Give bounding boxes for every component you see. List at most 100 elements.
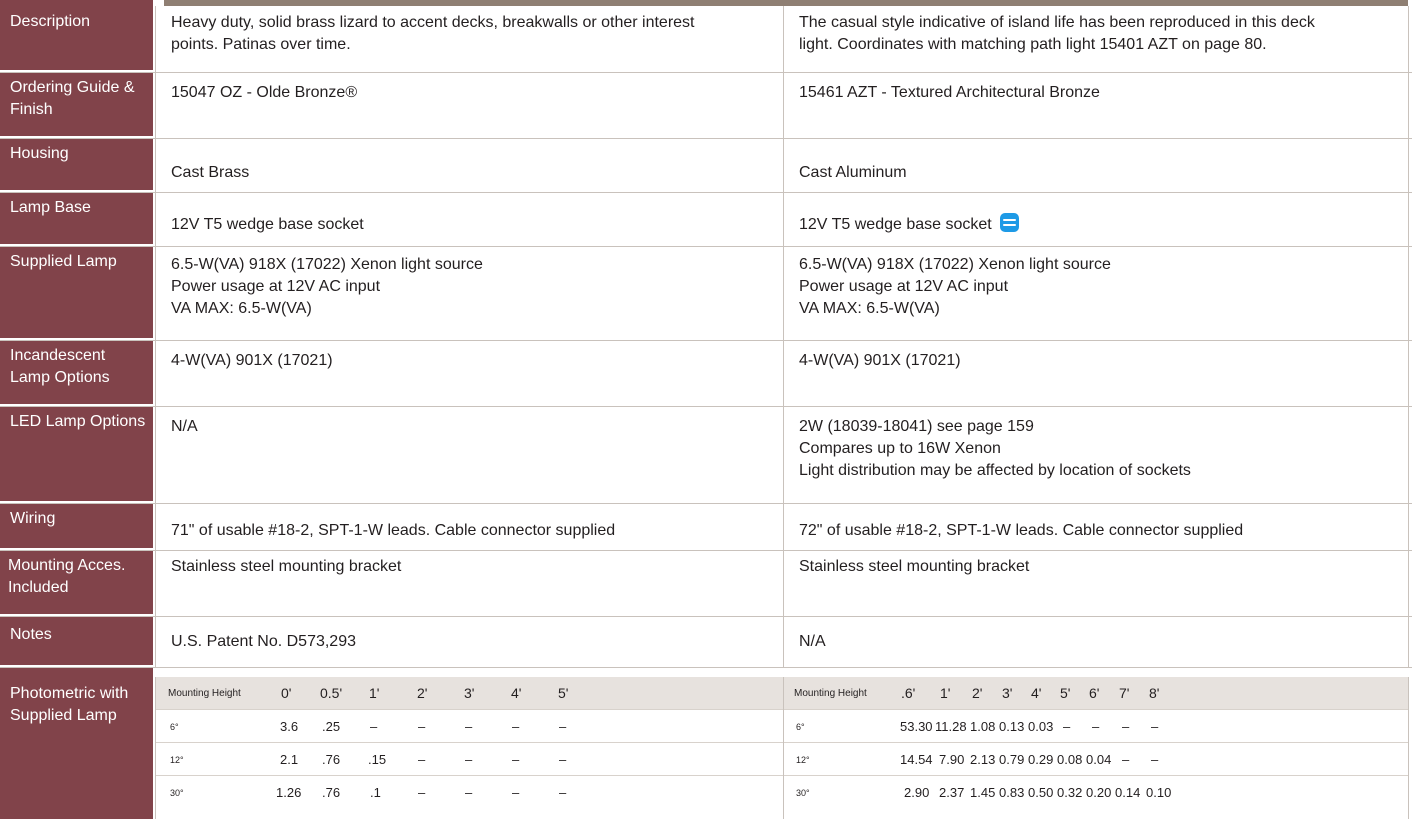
footcandle-value: 2.37 [939, 785, 965, 800]
footcandle-value: 2.90 [904, 785, 930, 800]
photometric-table-right: Mounting Height .6' 1' 2' 3' 4' 5' 6' 7'… [783, 677, 1409, 819]
footcandle-value: – [1092, 719, 1100, 734]
label-line: Options [90, 413, 146, 430]
beam-angle: 6° [170, 722, 179, 732]
height-header: 1' [369, 685, 380, 701]
cell-right: 2W (18039-18041) see page 159 Compares u… [783, 406, 1409, 503]
footcandle-value: 53.30 [900, 719, 933, 734]
row-label: Ordering Guide & Finish [0, 72, 153, 138]
cell-right: Stainless steel mounting bracket [783, 550, 1409, 616]
footcandle-value: – [1063, 719, 1071, 734]
spec-row-wiring: Wiring 71" of usable #18-2, SPT-1-W lead… [0, 503, 1412, 551]
beam-angle: 12° [796, 755, 810, 765]
cell-line: Power usage at 12V AC input [799, 278, 1009, 295]
height-header: 5' [1060, 685, 1071, 701]
label-line: Ordering Guide [10, 79, 120, 96]
footcandle-value: .76 [322, 752, 341, 767]
cell-right: 4-W(VA) 901X (17021) [783, 340, 1409, 406]
label-line: Included [8, 579, 69, 596]
footcandle-value: 0.29 [1028, 752, 1054, 767]
cell-left: 4-W(VA) 901X (17021) [155, 340, 783, 406]
cell-line: Stainless steel mounting bracket [799, 558, 1030, 575]
footcandle-value: – [1151, 719, 1159, 734]
footcandle-value: .15 [368, 752, 387, 767]
height-header: 7' [1119, 685, 1130, 701]
row-label: Photometric with Supplied Lamp [0, 677, 153, 819]
spec-row-photometric: Photometric with Supplied Lamp Mounting … [0, 677, 1412, 819]
cell-left: 15047 OZ - Olde Bronze® [155, 72, 783, 138]
cell-line: Power usage at 12V AC input [171, 278, 381, 295]
cell-text: 12V T5 wedge base socket [799, 216, 992, 233]
cell-line: 4-W(VA) 901X (17021) [799, 352, 961, 369]
footcandle-value: 0.03 [1028, 719, 1054, 734]
footcandle-value: – [559, 785, 567, 800]
height-header: .6' [901, 685, 916, 701]
footcandle-value: 0.83 [999, 785, 1025, 800]
mounting-height-label: Mounting Height [168, 688, 241, 699]
photometric-table-left: Mounting Height 0' 0.5' 1' 2' 3' 4' 5' 6… [155, 677, 783, 819]
spec-row-ordering-guide: Ordering Guide & Finish 15047 OZ - Olde … [0, 72, 1412, 139]
cell-left: Stainless steel mounting bracket [155, 550, 783, 616]
footcandle-value: – [1151, 752, 1159, 767]
cell-right: 15461 AZT - Textured Architectural Bronz… [783, 72, 1409, 138]
footcandle-value: 0.13 [999, 719, 1025, 734]
cell-line: VA MAX: 6.5-W(VA) [799, 300, 940, 317]
footcandle-value: – [465, 752, 473, 767]
cell-line: Cast Aluminum [799, 164, 907, 181]
footcandle-value: – [465, 785, 473, 800]
photometric-row: 6° 3.6 .25 – – – – – [156, 710, 783, 743]
footcandle-value: – [370, 719, 378, 734]
photometric-row: 30° 2.90 2.37 1.45 0.83 0.50 0.32 0.20 0… [784, 776, 1408, 808]
label-line: Notes [10, 626, 52, 643]
cell-line: 6.5-W(VA) 918X (17022) Xenon light sourc… [799, 256, 1111, 273]
height-header: 3' [1002, 685, 1013, 701]
footcandle-value: – [559, 719, 567, 734]
height-header: 1' [940, 685, 951, 701]
cell-right: 6.5-W(VA) 918X (17022) Xenon light sourc… [783, 246, 1409, 340]
footcandle-value: – [418, 785, 426, 800]
footcandle-value: – [512, 785, 520, 800]
height-header: 0' [281, 685, 292, 701]
row-label: Supplied Lamp [0, 246, 153, 340]
row-label: Housing [0, 138, 153, 192]
cell-left: 71" of usable #18-2, SPT-1-W leads. Cabl… [155, 503, 783, 550]
footcandle-value: .76 [322, 785, 341, 800]
led-compatible-icon [999, 213, 1019, 233]
cell-line: points. Patinas over time. [171, 36, 351, 53]
height-header: 0.5' [320, 685, 343, 701]
cell-line: Stainless steel mounting bracket [171, 558, 402, 575]
label-line: Incandescent [10, 347, 106, 364]
label-line: Description [10, 13, 91, 30]
footcandle-value: 0.32 [1057, 785, 1083, 800]
cell-left: Cast Brass [155, 138, 783, 192]
cell-right: 72" of usable #18-2, SPT-1-W leads. Cabl… [783, 503, 1409, 550]
footcandle-value: – [512, 719, 520, 734]
footcandle-value: – [418, 719, 426, 734]
footcandle-value: 11.28 [935, 719, 967, 734]
height-header: 3' [464, 685, 475, 701]
footcandle-value: 1.08 [970, 719, 996, 734]
label-line: Lamp [76, 707, 117, 724]
footcandle-value: 2.13 [970, 752, 996, 767]
footcandle-value: 14.54 [900, 752, 933, 767]
height-header: 5' [558, 685, 569, 701]
height-header: 6' [1089, 685, 1100, 701]
footcandle-value: 1.45 [970, 785, 996, 800]
cell-line: Compares up to 16W Xenon [799, 440, 1001, 457]
cell-line: Light distribution may be affected by lo… [799, 462, 1191, 479]
row-label: LED Lamp Options [0, 406, 153, 503]
row-label: Lamp Base [0, 192, 153, 246]
footcandle-value: 0.79 [999, 752, 1025, 767]
footcandle-value: 3.6 [280, 719, 299, 734]
photometric-row: 12° 2.1 .76 .15 – – – – [156, 743, 783, 776]
spec-row-lamp-base: Lamp Base 12V T5 wedge base socket 12V T… [0, 192, 1412, 247]
cell-line: 2W (18039-18041) see page 159 [799, 418, 1034, 435]
cell-line: light. Coordinates with matching path li… [799, 36, 1267, 53]
photometric-row: 30° 1.26 .76 .1 – – – – [156, 776, 783, 808]
cell-line: 15047 OZ - Olde Bronze® [171, 84, 358, 101]
beam-angle: 6° [796, 722, 805, 732]
footcandle-value: – [559, 752, 567, 767]
spec-row-led-options: LED Lamp Options N/A 2W (18039-18041) se… [0, 406, 1412, 504]
footcandle-value: 0.50 [1028, 785, 1054, 800]
label-line: Supplied Lamp [10, 253, 117, 270]
